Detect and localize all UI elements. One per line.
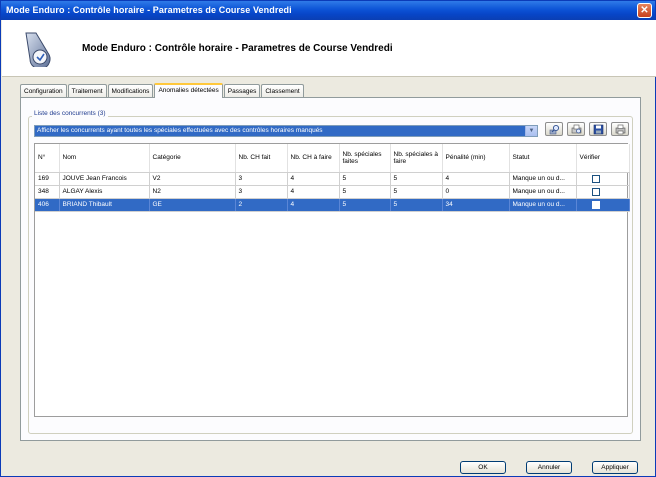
column-header[interactable]: Pénalité (min) — [442, 144, 510, 173]
tab-traitement[interactable]: Traitement — [67, 84, 107, 98]
cell-ch-a-faire: 4 — [287, 172, 340, 186]
print-button[interactable] — [611, 122, 629, 136]
table-row[interactable]: 348 ALGAY Alexis N2 3 4 5 5 0 Manque un … — [35, 185, 630, 199]
column-header[interactable]: Nb. spéciales à faire — [390, 144, 443, 173]
cell-ch-fait: 2 — [235, 198, 288, 212]
cell-ch-fait: 3 — [235, 172, 288, 186]
tab-configuration[interactable]: Configuration — [20, 84, 67, 98]
cell-statut: Manque un ou d... — [509, 185, 577, 199]
cell-speciales-a-faire: 5 — [390, 198, 443, 212]
chevron-down-icon[interactable]: ▼ — [525, 126, 537, 136]
print-icon — [615, 124, 626, 135]
column-header[interactable]: N° — [35, 144, 60, 173]
column-header[interactable]: Catégorie — [149, 144, 236, 173]
cell-categorie: V2 — [149, 172, 236, 186]
column-header[interactable]: Statut — [509, 144, 577, 173]
cell-penalite: 34 — [442, 198, 510, 212]
header-banner: Mode Enduro : Contrôle horaire - Paramet… — [2, 20, 656, 77]
search-button[interactable] — [545, 122, 563, 136]
app-clock-icon — [25, 32, 51, 67]
cell-ch-fait: 3 — [235, 185, 288, 199]
cell-ch-a-faire: 4 — [287, 198, 340, 212]
close-button[interactable]: ✕ — [637, 3, 652, 18]
verifier-checkbox[interactable] — [591, 174, 600, 183]
close-icon: ✕ — [640, 5, 649, 16]
tab-panel: Liste des concurrents (3) Afficher les c… — [20, 97, 641, 441]
cell-verifier — [576, 185, 630, 199]
column-header[interactable]: Nb. CH à faire — [287, 144, 340, 173]
cell-speciales-faites: 5 — [339, 185, 391, 199]
cell-speciales-a-faire: 5 — [390, 172, 443, 186]
page-title: Mode Enduro : Contrôle horaire - Paramet… — [82, 43, 393, 54]
column-header[interactable]: Nb. CH fait — [235, 144, 288, 173]
cell-verifier — [576, 198, 630, 212]
cell-categorie: GE — [149, 198, 236, 212]
cell-categorie: N2 — [149, 185, 236, 199]
cell-ch-a-faire: 4 — [287, 185, 340, 199]
column-header[interactable]: Vérifier — [576, 144, 630, 173]
print-preview-button[interactable] — [567, 122, 585, 136]
cell-statut: Manque un ou d... — [509, 172, 577, 186]
cell-num: 348 — [35, 185, 60, 199]
cell-penalite: 0 — [442, 185, 510, 199]
table-row[interactable]: 169 JOUVE Jean Francois V2 3 4 5 5 4 Man… — [35, 172, 630, 186]
tab-modifications[interactable]: Modifications — [107, 84, 154, 98]
save-icon — [593, 124, 604, 135]
search-icon — [549, 124, 560, 135]
filter-selected-value: Afficher les concurrents ayant toutes le… — [35, 126, 525, 136]
tab-anomalies-detectees[interactable]: Anomalies détectées — [154, 83, 223, 98]
cell-nom: BRIAND Thibault — [59, 198, 150, 212]
window-title: Mode Enduro : Contrôle horaire - Paramet… — [6, 5, 292, 15]
cancel-button[interactable]: Annuler — [526, 461, 572, 474]
verifier-checkbox[interactable] — [591, 187, 600, 196]
cell-speciales-faites: 5 — [339, 172, 391, 186]
cell-num: 406 — [35, 198, 60, 212]
concurrents-grid: N° Nom Catégorie Nb. CH fait Nb. CH à fa… — [34, 143, 630, 417]
cell-speciales-faites: 5 — [339, 198, 391, 212]
cell-nom: ALGAY Alexis — [59, 185, 150, 199]
tab-strip: Configuration Traitement Modifications A… — [20, 83, 305, 98]
cell-penalite: 4 — [442, 172, 510, 186]
cell-verifier — [576, 172, 630, 186]
dialog-window: Mode Enduro : Contrôle horaire - Paramet… — [0, 0, 656, 477]
cell-nom: JOUVE Jean Francois — [59, 172, 150, 186]
table-header-row: N° Nom Catégorie Nb. CH fait Nb. CH à fa… — [35, 144, 630, 173]
group-legend: Liste des concurrents (3) — [32, 110, 108, 117]
tab-classement[interactable]: Classement — [261, 84, 304, 98]
ok-button[interactable]: OK — [460, 461, 506, 474]
tab-passages[interactable]: Passages — [223, 84, 261, 98]
table-row-selected[interactable]: 406 BRIAND Thibault GE 2 4 5 5 34 Manque… — [35, 198, 630, 212]
print-preview-icon — [571, 124, 582, 134]
title-bar[interactable]: Mode Enduro : Contrôle horaire - Paramet… — [1, 1, 655, 20]
column-header[interactable]: Nom — [59, 144, 150, 173]
cell-num: 169 — [35, 172, 60, 186]
concurrents-table: N° Nom Catégorie Nb. CH fait Nb. CH à fa… — [35, 144, 630, 212]
verifier-checkbox[interactable] — [591, 200, 600, 209]
column-header[interactable]: Nb. spéciales faites — [339, 144, 391, 173]
cell-statut: Manque un ou d... — [509, 198, 577, 212]
filter-dropdown[interactable]: Afficher les concurrents ayant toutes le… — [34, 125, 538, 137]
save-button[interactable] — [589, 122, 607, 136]
apply-button[interactable]: Appliquer — [592, 461, 638, 474]
cell-speciales-a-faire: 5 — [390, 185, 443, 199]
